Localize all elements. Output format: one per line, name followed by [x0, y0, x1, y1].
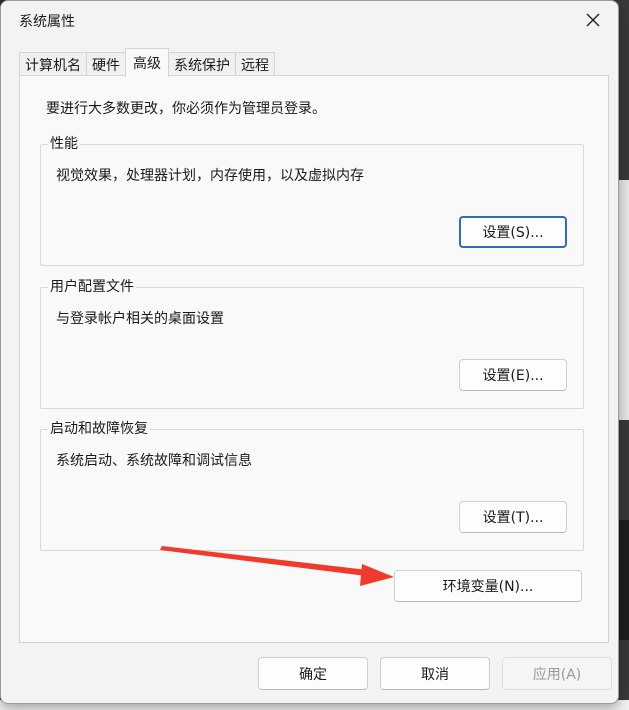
tab-advanced[interactable]: 高级 [125, 48, 169, 77]
window-title: 系统属性 [19, 14, 75, 30]
user-profiles-group: 用户配置文件 与登录帐户相关的桌面设置 设置(E)... [40, 278, 584, 409]
tab-computer-name[interactable]: 计算机名 [19, 52, 87, 76]
startup-recovery-group: 启动和故障恢复 系统启动、系统故障和调试信息 设置(T)... [40, 420, 584, 551]
startup-recovery-group-title: 启动和故障恢复 [48, 420, 150, 438]
advanced-tab-panel: 要进行大多数更改，你必须作为管理员登录。 性能 视觉效果，处理器计划，内存使用，… [19, 75, 609, 643]
admin-notice: 要进行大多数更改，你必须作为管理员登录。 [46, 101, 326, 117]
ok-button[interactable]: 确定 [258, 657, 368, 690]
close-icon [586, 13, 600, 27]
user-profiles-group-title: 用户配置文件 [48, 278, 136, 296]
tab-bar: 计算机名 硬件 高级 系统保护 远程 [19, 48, 275, 77]
startup-recovery-settings-button[interactable]: 设置(T)... [459, 501, 567, 533]
user-profiles-description: 与登录帐户相关的桌面设置 [56, 311, 224, 327]
tab-remote[interactable]: 远程 [235, 52, 275, 76]
environment-variables-button[interactable]: 环境变量(N)... [394, 570, 582, 602]
tab-hardware[interactable]: 硬件 [86, 52, 126, 76]
startup-recovery-description: 系统启动、系统故障和调试信息 [56, 453, 252, 469]
cancel-button[interactable]: 取消 [380, 657, 490, 690]
tab-system-protection[interactable]: 系统保护 [168, 52, 236, 76]
performance-settings-button[interactable]: 设置(S)... [459, 216, 567, 248]
apply-button[interactable]: 应用(A) [502, 657, 612, 690]
system-properties-dialog: 系统属性 计算机名 硬件 高级 系统保护 远程 要进行大多数更改，你必须作为管理… [0, 0, 619, 704]
performance-description: 视觉效果，处理器计划，内存使用，以及虚拟内存 [56, 168, 364, 184]
user-profiles-settings-button[interactable]: 设置(E)... [459, 359, 567, 391]
close-button[interactable] [572, 3, 614, 37]
performance-group-title: 性能 [48, 135, 80, 153]
performance-group: 性能 视觉效果，处理器计划，内存使用，以及虚拟内存 设置(S)... [40, 135, 584, 266]
